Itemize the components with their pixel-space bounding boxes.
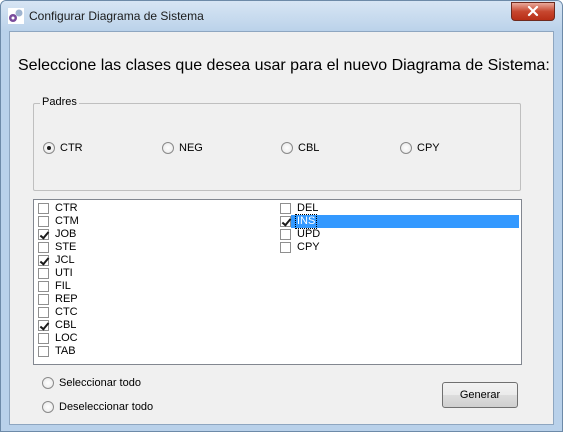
padres-radio-neg[interactable]: NEG <box>162 142 203 154</box>
class-item-cpy[interactable]: CPY <box>280 241 321 254</box>
checkbox[interactable] <box>38 229 49 240</box>
class-label: JCL <box>55 254 75 266</box>
radio-circle[interactable] <box>281 142 293 154</box>
class-item-jcl[interactable]: JCL <box>38 254 76 267</box>
dialog-window: Configurar Diagrama de Sistema Seleccion… <box>0 0 563 432</box>
checkbox[interactable] <box>38 268 49 279</box>
class-label: LOC <box>55 332 78 344</box>
classes-checklist[interactable]: CTR CTM JOB STE JCL UTI FIL REP CTC CBL … <box>33 199 522 365</box>
class-label: REP <box>55 293 78 305</box>
radio-label: CBL <box>298 142 320 154</box>
checkbox[interactable] <box>38 307 49 318</box>
class-label: JOB <box>55 228 77 240</box>
checkbox[interactable] <box>38 255 49 266</box>
class-label: FIL <box>55 280 71 292</box>
radio-label: CPY <box>417 142 440 154</box>
class-item-rep[interactable]: REP <box>38 293 79 306</box>
checkbox[interactable] <box>280 203 291 214</box>
app-icon <box>8 8 24 24</box>
dialog-content: Seleccione las clases que desea usar par… <box>9 31 554 425</box>
class-item-fil[interactable]: FIL <box>38 280 72 293</box>
radio-circle[interactable] <box>42 401 54 413</box>
checkbox[interactable] <box>280 229 291 240</box>
class-label: TAB <box>55 345 76 357</box>
checkbox[interactable] <box>280 242 291 253</box>
padres-group: Padres CTR NEG CBL CPY <box>33 96 521 191</box>
class-label: CTC <box>55 306 78 318</box>
selection-highlight <box>291 215 519 228</box>
class-label: CTR <box>55 202 78 214</box>
radio-label: NEG <box>179 142 203 154</box>
class-item-tab[interactable]: TAB <box>38 345 77 358</box>
deselect-all-radio[interactable]: Deseleccionar todo <box>42 401 153 413</box>
checkbox[interactable] <box>38 294 49 305</box>
class-item-upd[interactable]: UPD <box>280 228 321 241</box>
window-title: Configurar Diagrama de Sistema <box>29 9 204 23</box>
class-label: CBL <box>55 319 77 331</box>
class-item-del[interactable]: DEL <box>280 202 319 215</box>
class-label: UTI <box>55 267 73 279</box>
checkbox[interactable] <box>38 203 49 214</box>
class-item-cbl[interactable]: CBL <box>38 319 77 332</box>
checkbox[interactable] <box>38 333 49 344</box>
generate-button[interactable]: Generar <box>442 382 518 408</box>
close-button[interactable] <box>511 2 555 21</box>
radio-label: CTR <box>60 142 83 154</box>
padres-group-label: Padres <box>40 96 79 108</box>
title-bar[interactable]: Configurar Diagrama de Sistema <box>1 1 562 30</box>
class-label: INS <box>294 214 318 229</box>
class-item-ctc[interactable]: CTC <box>38 306 79 319</box>
radio-circle[interactable] <box>400 142 412 154</box>
checkbox[interactable] <box>280 216 291 227</box>
checkbox[interactable] <box>38 216 49 227</box>
class-item-ctm[interactable]: CTM <box>38 215 80 228</box>
class-label: CPY <box>297 241 320 253</box>
class-item-ins[interactable]: INS <box>280 214 318 229</box>
radio-circle[interactable] <box>162 142 174 154</box>
class-item-ste[interactable]: STE <box>38 241 77 254</box>
select-all-radio[interactable]: Seleccionar todo <box>42 377 141 389</box>
radio-circle[interactable] <box>43 142 55 154</box>
radio-circle[interactable] <box>42 377 54 389</box>
select-all-label: Seleccionar todo <box>59 377 141 389</box>
instructions-heading: Seleccione las clases que desea usar par… <box>18 57 550 74</box>
class-item-uti[interactable]: UTI <box>38 267 74 280</box>
deselect-all-label: Deseleccionar todo <box>59 401 154 413</box>
padres-radio-ctr[interactable]: CTR <box>43 142 83 154</box>
checkbox[interactable] <box>38 320 49 331</box>
class-label: DEL <box>297 202 319 214</box>
checkbox[interactable] <box>38 242 49 253</box>
class-label: UPD <box>297 228 321 240</box>
class-item-job[interactable]: JOB <box>38 228 77 241</box>
checkbox[interactable] <box>38 346 49 357</box>
checkbox[interactable] <box>38 281 49 292</box>
close-icon <box>527 6 539 17</box>
class-item-ctr[interactable]: CTR <box>38 202 79 215</box>
class-label: CTM <box>55 215 79 227</box>
padres-radio-cpy[interactable]: CPY <box>400 142 440 154</box>
padres-radio-cbl[interactable]: CBL <box>281 142 319 154</box>
class-item-loc[interactable]: LOC <box>38 332 79 345</box>
class-label: STE <box>55 241 77 253</box>
